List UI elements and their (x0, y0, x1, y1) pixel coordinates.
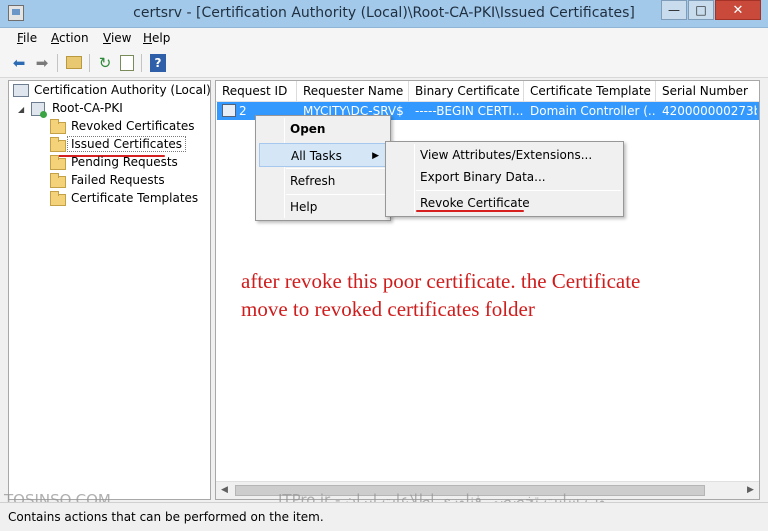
folder-icon (50, 191, 66, 206)
refresh-icon[interactable]: ↻ (95, 54, 115, 72)
cell-binary-certificate: -----BEGIN CERTI... (415, 104, 523, 118)
folder-icon (50, 173, 66, 188)
export-list-icon[interactable] (120, 55, 134, 71)
certification-authority-icon (13, 84, 29, 97)
menu-help-label: elp (152, 31, 171, 45)
ca-server-icon (31, 102, 47, 118)
submenu-view-attributes-extensions[interactable]: View Attributes/Extensions... (388, 143, 621, 167)
status-text: Contains actions that can be performed o… (8, 510, 324, 524)
certificate-icon (222, 104, 236, 117)
menu-action-mnemonic: A (51, 31, 59, 45)
collapse-triangle-icon[interactable]: ◢ (18, 105, 24, 114)
toolbar-separator (141, 54, 142, 72)
menu-bar: File Action View Help (0, 28, 768, 49)
help-icon[interactable]: ? (150, 54, 166, 72)
annotation-line-1: after revoke this poor certificate. the … (241, 269, 641, 293)
column-header-request-id[interactable]: Request ID (216, 81, 297, 102)
submenu-arrow-icon: ▶ (372, 151, 379, 161)
menu-view[interactable]: View (103, 31, 131, 45)
tree-item-certificate-templates[interactable]: Certificate Templates (71, 190, 198, 207)
cell-certificate-template: Domain Controller (... (530, 104, 655, 118)
tree-item-issued-certificates[interactable]: Issued Certificates (67, 136, 187, 153)
cell-serial-number: 420000000273b... (662, 104, 757, 118)
scroll-left-arrow-icon[interactable]: ◀ (216, 482, 233, 499)
tree-item-revoked-certificates[interactable]: Revoked Certificates (71, 118, 195, 135)
title-bar[interactable]: certsrv - [Certification Authority (Loca… (0, 0, 768, 28)
status-bar: Contains actions that can be performed o… (0, 502, 768, 531)
menu-help-mnemonic: H (143, 31, 153, 45)
console-tree[interactable]: Certification Authority (Local) ◢ Root-C… (8, 80, 211, 500)
back-arrow-icon[interactable]: ⬅ (9, 54, 29, 72)
context-menu-refresh[interactable]: Refresh (258, 169, 388, 193)
context-menu-all-tasks[interactable]: All Tasks ▶ (259, 143, 388, 167)
close-button[interactable]: ✕ (715, 0, 761, 20)
forward-arrow-icon[interactable]: ➡ (32, 54, 52, 72)
context-menu-all-tasks-label: All Tasks (291, 149, 342, 163)
tree-item-failed-requests[interactable]: Failed Requests (71, 172, 165, 189)
up-folder-icon[interactable] (66, 56, 82, 69)
toolbar-separator (89, 54, 90, 72)
minimize-button[interactable]: — (661, 0, 687, 20)
column-header-requester-name[interactable]: Requester Name (297, 81, 409, 102)
tree-item-root-ca-pki[interactable]: Root-CA-PKI (52, 100, 123, 117)
menu-file-label: ile (23, 31, 38, 45)
window-title: certsrv - [Certification Authority (Loca… (133, 5, 635, 21)
menu-help[interactable]: Help (143, 31, 170, 45)
all-tasks-submenu: View Attributes/Extensions... Export Bin… (385, 141, 624, 217)
context-menu-help[interactable]: Help (258, 195, 388, 219)
maximize-button[interactable]: □ (688, 0, 714, 20)
folder-icon (50, 119, 66, 134)
annotation-line-2: move to revoked certificates folder (241, 297, 535, 321)
tree-root-certification-authority[interactable]: Certification Authority (Local) (34, 82, 211, 99)
tree-item-issued-certificates-label: Issued Certificates (67, 136, 187, 152)
menu-action[interactable]: Action (51, 31, 89, 45)
column-header-binary-certificate[interactable]: Binary Certificate (409, 81, 524, 102)
menu-file[interactable]: File (17, 31, 37, 45)
menu-action-label: ction (59, 31, 89, 45)
red-underline-annotation (416, 210, 524, 212)
tree-item-pending-requests[interactable]: Pending Requests (71, 154, 178, 171)
folder-icon (50, 155, 66, 170)
context-menu: Open All Tasks ▶ Refresh Help (255, 115, 391, 221)
column-header-serial-number[interactable]: Serial Number (656, 81, 759, 102)
toolbar: ⬅ ➡ ↻ ? (0, 49, 768, 78)
submenu-export-binary-data[interactable]: Export Binary Data... (388, 165, 621, 189)
column-header-certificate-template[interactable]: Certificate Template (524, 81, 656, 102)
folder-icon (50, 137, 66, 152)
context-menu-open[interactable]: Open (258, 117, 388, 141)
toolbar-separator (57, 54, 58, 72)
menu-view-mnemonic: V (103, 31, 111, 45)
scroll-right-arrow-icon[interactable]: ▶ (742, 482, 759, 499)
menu-view-label: iew (110, 31, 132, 45)
annotation-text: after revoke this poor certificate. the … (241, 267, 741, 323)
